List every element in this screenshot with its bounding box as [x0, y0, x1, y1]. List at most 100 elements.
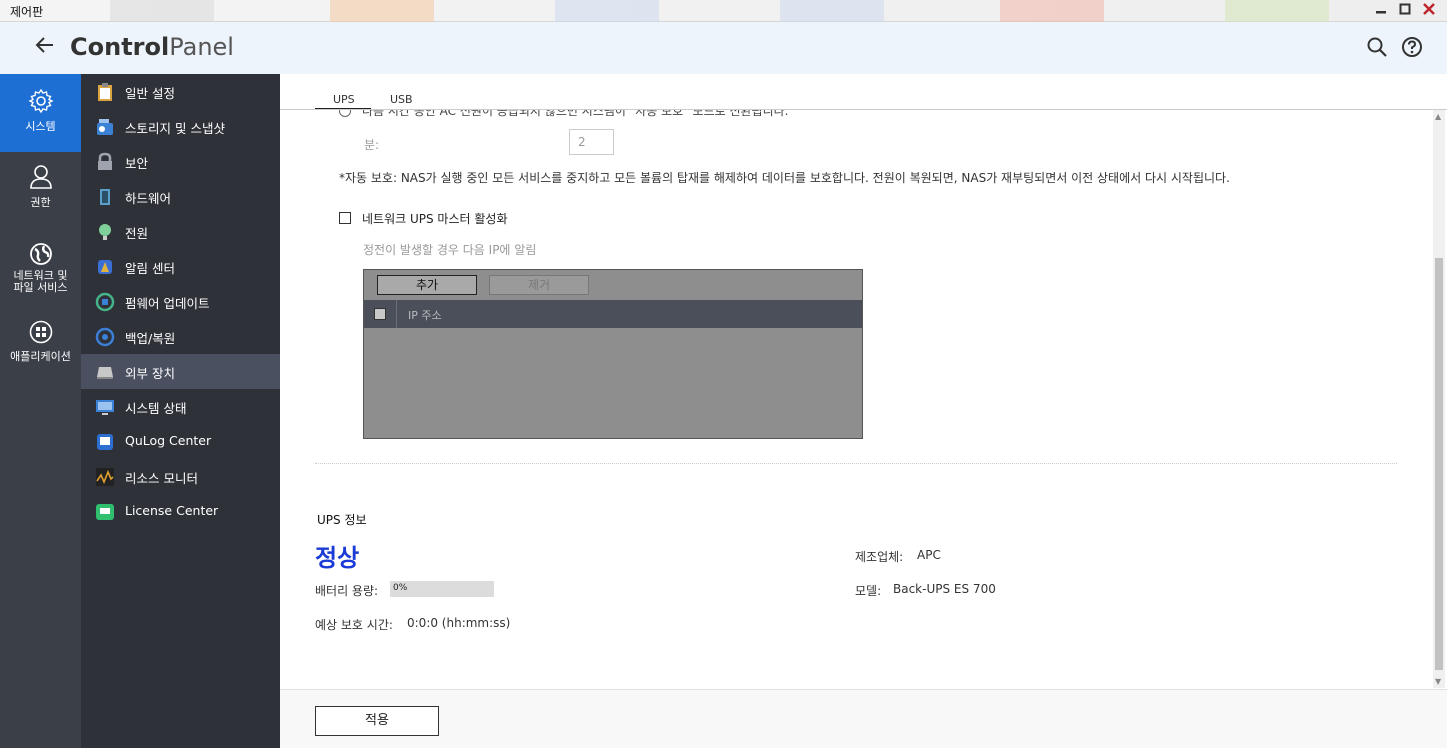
search-button[interactable] — [1366, 36, 1390, 60]
app-brand: ControlPanel — [70, 33, 234, 61]
hardware-icon — [100, 189, 110, 205]
scroll-down-icon[interactable]: ▼ — [1435, 677, 1441, 686]
submenu-item-general[interactable]: 일반 설정 — [81, 74, 280, 109]
firmware-icon — [95, 292, 115, 312]
titlebar-decoration — [555, 0, 659, 22]
submenu-label: 전원 — [125, 226, 149, 241]
titlebar-decoration — [330, 0, 434, 22]
submenu-label: QuLog Center — [125, 433, 212, 448]
auto-protect-radio[interactable] — [339, 110, 351, 117]
submenu-item-external-device[interactable]: 외부 장치 — [81, 354, 280, 389]
clipboard-icon — [98, 83, 112, 101]
remove-ip-button[interactable]: 제거 — [489, 275, 589, 295]
submenu-label: 하드웨어 — [125, 191, 172, 206]
user-icon — [29, 165, 52, 189]
add-ip-button[interactable]: 추가 — [377, 275, 477, 295]
network-ups-master-label: 네트워크 UPS 마스터 활성화 — [362, 212, 508, 226]
help-button[interactable] — [1401, 36, 1425, 60]
close-button[interactable] — [1418, 1, 1440, 21]
minutes-input[interactable]: 2 — [569, 129, 614, 155]
submenu-label: 리소스 모니터 — [125, 471, 198, 486]
submenu-item-storage[interactable]: 스토리지 및 스냅샷 — [81, 109, 280, 144]
submenu-item-power[interactable]: 전원 — [81, 214, 280, 249]
qulog-icon — [97, 434, 113, 450]
ip-table-header: IP 주소 — [364, 300, 862, 328]
submenu-item-notification[interactable]: 알림 센터 — [81, 249, 280, 284]
scroll-content: 다음 시간 동안 AC 전원이 공급되지 않으면 시스템이 "자동 보호" 모드… — [280, 110, 1430, 688]
submenu-label: 보안 — [125, 156, 149, 171]
runtime-value: 0:0:0 (hh:mm:ss) — [407, 616, 511, 630]
submenu-item-system-status[interactable]: 시스템 상태 — [81, 389, 280, 424]
ups-info-title: UPS 정보 — [317, 513, 367, 527]
network-ups-master-checkbox[interactable] — [339, 212, 351, 224]
resource-monitor-icon — [96, 468, 114, 486]
backup-icon — [95, 327, 115, 347]
section-divider — [315, 463, 1397, 464]
submenu-label: 알림 센터 — [125, 261, 175, 276]
apps-icon — [29, 320, 52, 344]
back-button[interactable] — [34, 34, 56, 62]
minimize-button[interactable] — [1370, 1, 1392, 21]
submenu-label: 펌웨어 업데이트 — [125, 296, 210, 311]
auto-protect-note: *자동 보호: NAS가 실행 중인 모든 서비스를 중지하고 모든 볼륨의 탑… — [339, 171, 1230, 185]
tab-ups[interactable]: UPS — [333, 93, 355, 106]
submenu-label: 외부 장치 — [125, 366, 175, 381]
battery-label: 배터리 용량: — [315, 584, 379, 598]
scroll-up-icon[interactable]: ▲ — [1435, 112, 1441, 121]
rail-label-privilege: 권한 — [30, 196, 51, 209]
submenu-label: 시스템 상태 — [125, 401, 187, 416]
rail-item-network[interactable]: 네트워크 및 파일 서비스 — [0, 242, 81, 304]
bulb-icon — [99, 224, 111, 240]
submenu-item-qulog[interactable]: QuLog Center — [81, 424, 280, 459]
notification-icon — [98, 260, 112, 274]
submenu-item-firmware[interactable]: 펌웨어 업데이트 — [81, 284, 280, 319]
maximize-button[interactable] — [1394, 1, 1416, 21]
rail-item-applications[interactable]: 애플리케이션 — [0, 320, 81, 370]
brand-bold: Control — [70, 33, 170, 61]
help-icon — [1402, 37, 1422, 57]
footer-bar: 적용 — [280, 689, 1447, 748]
window-title: 제어판 — [10, 5, 44, 19]
submenu-label: 백업/복원 — [125, 331, 176, 346]
battery-bar: 0% — [390, 581, 494, 597]
submenu-item-backup[interactable]: 백업/복원 — [81, 319, 280, 354]
scrollbar-thumb[interactable] — [1435, 258, 1443, 670]
arrow-left-icon — [35, 37, 53, 53]
globe-icon — [29, 243, 52, 265]
lock-icon — [98, 152, 112, 170]
minutes-label: 분: — [364, 138, 380, 152]
rail-label-applications: 애플리케이션 — [10, 350, 71, 363]
select-all-checkbox[interactable] — [374, 308, 386, 320]
submenu-item-resource-monitor[interactable]: 리소스 모니터 — [81, 459, 280, 494]
manufacturer-label: 제조업체: — [855, 550, 904, 564]
submenu-label: 일반 설정 — [125, 86, 175, 101]
tab-usb[interactable]: USB — [390, 93, 413, 106]
system-submenu: 일반 설정 스토리지 및 스냅샷 보안 하드웨어 전원 알림 센터 펌웨어 업데… — [81, 74, 280, 748]
close-icon — [1423, 3, 1435, 15]
storage-icon — [97, 119, 113, 135]
ups-status: 정상 — [315, 544, 360, 572]
column-divider — [396, 300, 397, 328]
titlebar-decoration — [1225, 0, 1329, 22]
rail-item-privilege[interactable]: 권한 — [0, 164, 81, 224]
submenu-item-security[interactable]: 보안 — [81, 144, 280, 179]
rail-item-system[interactable]: 시스템 — [0, 74, 81, 152]
brand-light: Panel — [169, 33, 234, 61]
gear-icon — [27, 88, 54, 114]
apply-button[interactable]: 적용 — [315, 706, 439, 736]
runtime-label: 예상 보호 시간: — [315, 618, 393, 632]
tab-bar: UPS USB — [280, 74, 1447, 110]
titlebar-decoration — [780, 0, 884, 22]
titlebar-decoration — [1000, 0, 1104, 22]
rail-label-network: 네트워크 및 파일 서비스 — [13, 269, 68, 294]
submenu-item-license-center[interactable]: License Center — [81, 494, 280, 529]
vertical-scrollbar[interactable]: ▲ ▼ — [1433, 110, 1445, 688]
maximize-icon — [1399, 3, 1411, 15]
submenu-item-hardware[interactable]: 하드웨어 — [81, 179, 280, 214]
notify-ip-label: 정전이 발생할 경우 다음 IP에 알림 — [363, 243, 537, 257]
model-label: 모델: — [855, 584, 882, 598]
rail-label-system: 시스템 — [25, 120, 56, 133]
category-rail: 시스템 권한 네트워크 및 파일 서비스 애플리케이션 — [0, 74, 81, 748]
search-icon — [1367, 37, 1387, 57]
titlebar-decoration — [110, 0, 214, 22]
